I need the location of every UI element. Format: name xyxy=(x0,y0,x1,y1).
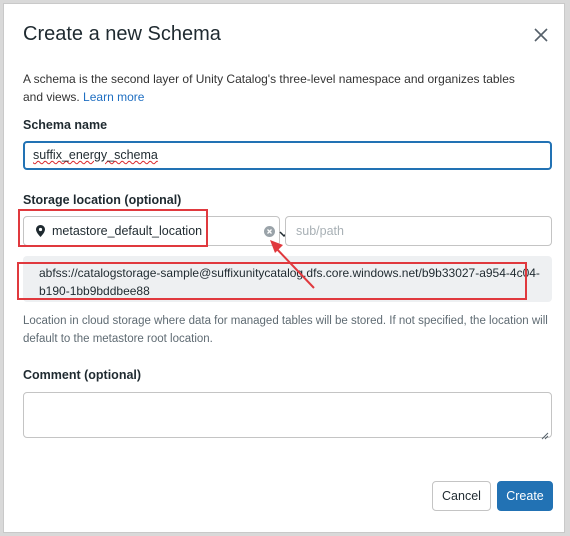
dialog-description: A schema is the second layer of Unity Ca… xyxy=(23,70,533,106)
resolved-storage-path: abfss://catalogstorage-sample@suffixunit… xyxy=(23,256,552,302)
schema-name-value: suffix_energy_schema xyxy=(33,148,158,162)
storage-hint: Location in cloud storage where data for… xyxy=(23,315,548,345)
create-button[interactable]: Create xyxy=(497,481,553,511)
comment-label: Comment (optional) xyxy=(23,368,142,382)
subpath-input[interactable]: sub/path xyxy=(285,216,552,246)
location-pin-icon xyxy=(36,225,45,240)
storage-location-value: metastore_default_location xyxy=(52,224,203,238)
schema-name-label: Schema name xyxy=(23,118,108,132)
storage-location-select[interactable]: metastore_default_location xyxy=(23,216,289,246)
storage-location-label: Storage location (optional) xyxy=(23,193,182,207)
learn-more-link[interactable]: Learn more xyxy=(83,90,144,104)
cancel-button[interactable]: Cancel xyxy=(432,481,491,511)
dialog-title: Create a new Schema xyxy=(23,23,221,45)
create-schema-dialog: Create a new Schema A schema is the seco… xyxy=(3,3,565,533)
close-icon[interactable] xyxy=(530,24,552,46)
comment-textarea[interactable] xyxy=(23,392,552,438)
schema-name-input[interactable]: suffix_energy_schema xyxy=(23,141,552,170)
clear-icon[interactable] xyxy=(264,226,275,240)
resize-handle-icon[interactable] xyxy=(541,427,561,529)
